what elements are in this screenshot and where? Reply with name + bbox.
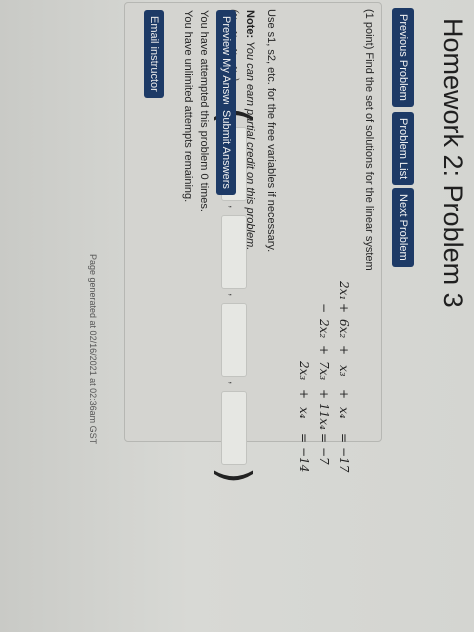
comma: , bbox=[227, 293, 241, 297]
answer-input-4[interactable] bbox=[221, 391, 247, 465]
problem-statement: (1 point) Find the set of solutions for … bbox=[363, 9, 375, 271]
term: 11x₄ bbox=[317, 403, 331, 430]
attempt-count-text: You have attempted this problem 0 times. bbox=[198, 10, 210, 212]
equals: = bbox=[337, 433, 351, 444]
equals: = bbox=[317, 433, 331, 444]
note-text: You can earn partial credit on this prob… bbox=[244, 41, 256, 251]
answer-input-3[interactable] bbox=[221, 303, 247, 377]
operator: + bbox=[337, 345, 351, 356]
attempts-remaining-text: You have unlimited attempts remaining. bbox=[182, 10, 194, 203]
term: 7x₃ bbox=[317, 361, 331, 381]
note-prefix: Note: bbox=[244, 10, 256, 39]
page-title: Homework 2: Problem 3 bbox=[438, 18, 468, 308]
term: x₄ bbox=[297, 407, 311, 419]
operator: + bbox=[317, 389, 331, 400]
submit-answers-button[interactable]: Submit Answers bbox=[216, 104, 236, 195]
term: 6x₂ bbox=[337, 319, 351, 339]
generated-timestamp: Page generated at 02/16/2021 at 02:36am … bbox=[88, 254, 98, 445]
email-instructor-button[interactable]: Email instructor bbox=[144, 10, 164, 98]
operator: + bbox=[337, 303, 351, 314]
comma: , bbox=[227, 381, 241, 385]
free-variable-instruction: Use s1, s2, etc. for the free variables … bbox=[265, 9, 277, 253]
equals: = bbox=[297, 433, 311, 444]
term: x₃ bbox=[337, 365, 351, 377]
term: 2x₃ bbox=[297, 361, 311, 381]
rotated-content: Homework 2: Problem 3 Previous Problem P… bbox=[0, 0, 474, 632]
operator: − bbox=[317, 303, 331, 314]
right-paren: ) bbox=[209, 467, 260, 485]
operator: + bbox=[337, 389, 351, 400]
screen: Homework 2: Problem 3 Previous Problem P… bbox=[0, 0, 474, 632]
rhs: −17 bbox=[337, 447, 351, 473]
rhs: −7 bbox=[317, 447, 331, 465]
term: 2x₂ bbox=[317, 319, 331, 339]
operator: + bbox=[297, 389, 311, 400]
rhs: −14 bbox=[297, 447, 311, 473]
comma: , bbox=[227, 205, 241, 209]
term: x₄ bbox=[337, 407, 351, 419]
partial-credit-note: Note: You can earn partial credit on thi… bbox=[244, 10, 256, 250]
previous-problem-button[interactable]: Previous Problem bbox=[392, 8, 414, 107]
term: 2x₁ bbox=[337, 281, 351, 301]
problem-list-button[interactable]: Problem List bbox=[392, 112, 414, 186]
operator: + bbox=[317, 345, 331, 356]
next-problem-button[interactable]: Next Problem bbox=[392, 188, 414, 267]
